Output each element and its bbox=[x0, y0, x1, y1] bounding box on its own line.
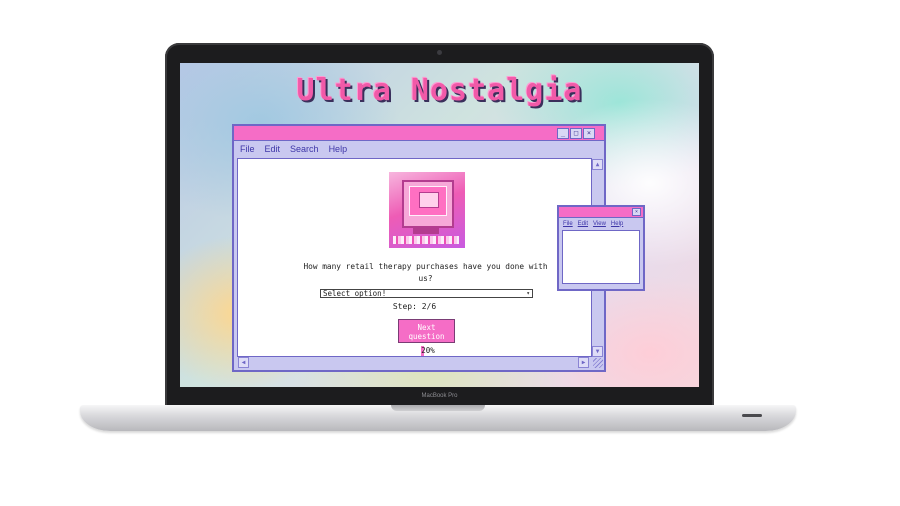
camera-icon bbox=[437, 50, 442, 55]
desktop-screen: Ultra Nostalgia _ □ × File Edit Search H… bbox=[180, 63, 699, 387]
resize-grip-icon[interactable] bbox=[593, 358, 603, 368]
step-indicator: Step: 2/6 bbox=[392, 302, 437, 311]
minimize-button[interactable]: _ bbox=[557, 128, 569, 139]
small-window: × File Edit View Help bbox=[557, 205, 645, 291]
question-text: How many retail therapy purchases have y… bbox=[303, 262, 548, 283]
lid-opening-notch bbox=[391, 405, 485, 411]
crt-monitor bbox=[402, 180, 454, 228]
main-window-titlebar[interactable]: _ □ × bbox=[234, 126, 604, 141]
small-menu-view[interactable]: View bbox=[593, 221, 606, 227]
scroll-down-icon[interactable]: ▼ bbox=[592, 346, 603, 357]
maximize-button[interactable]: □ bbox=[570, 128, 582, 139]
laptop-base bbox=[80, 405, 796, 431]
crt-window-graphic bbox=[419, 192, 439, 208]
small-menu-edit[interactable]: Edit bbox=[578, 221, 588, 227]
main-content-area: How many retail therapy purchases have y… bbox=[237, 158, 592, 357]
retro-crt-computer-icon bbox=[389, 172, 465, 248]
main-window: _ □ × File Edit Search Help How many ret… bbox=[232, 124, 606, 372]
scroll-up-icon[interactable]: ▲ bbox=[592, 159, 603, 170]
main-menubar: File Edit Search Help bbox=[234, 141, 604, 157]
progress-bar: 20% bbox=[421, 346, 435, 356]
app-title: Ultra Nostalgia bbox=[296, 73, 583, 108]
small-menubar: File Edit View Help bbox=[559, 218, 643, 229]
answer-select[interactable]: Select option! ▾ bbox=[320, 289, 533, 298]
scroll-right-icon[interactable]: ▶ bbox=[578, 357, 589, 368]
progress-label: 20% bbox=[421, 346, 435, 355]
small-content-area bbox=[562, 230, 640, 284]
small-menu-file[interactable]: File bbox=[563, 221, 573, 227]
laptop-model-label: MacBook Pro bbox=[421, 393, 458, 399]
small-window-titlebar[interactable]: × bbox=[559, 207, 643, 218]
crt-stand bbox=[413, 228, 439, 234]
next-question-button[interactable]: Next question bbox=[398, 319, 455, 343]
sleep-led-icon bbox=[742, 414, 762, 417]
horizontal-scrollbar[interactable]: ◀ ▶ bbox=[237, 357, 592, 368]
small-close-button[interactable]: × bbox=[632, 208, 641, 216]
small-menu-help[interactable]: Help bbox=[611, 221, 623, 227]
crt-screen bbox=[409, 186, 447, 216]
menu-help[interactable]: Help bbox=[329, 144, 348, 154]
menu-search[interactable]: Search bbox=[290, 144, 319, 154]
laptop-lid: Ultra Nostalgia _ □ × File Edit Search H… bbox=[165, 43, 714, 407]
scroll-left-icon[interactable]: ◀ bbox=[238, 357, 249, 368]
select-value: Select option! bbox=[323, 289, 387, 298]
chevron-down-icon[interactable]: ▾ bbox=[526, 290, 530, 297]
glitch-strip bbox=[393, 236, 459, 244]
close-button[interactable]: × bbox=[583, 128, 595, 139]
menu-edit[interactable]: Edit bbox=[265, 144, 281, 154]
menu-file[interactable]: File bbox=[240, 144, 255, 154]
